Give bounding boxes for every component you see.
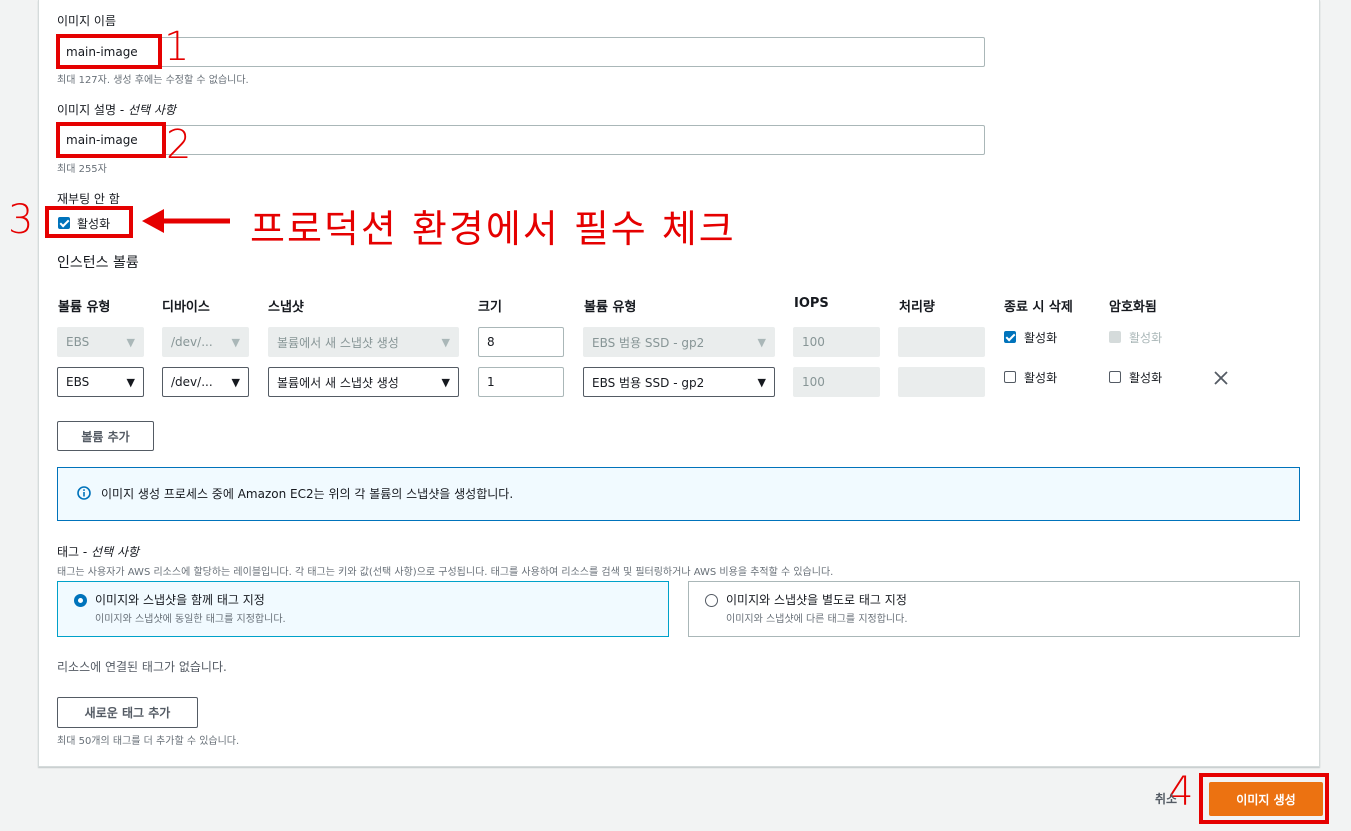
add-volume-button[interactable]: 볼륨 추가 — [57, 421, 154, 451]
close-icon[interactable] — [1214, 371, 1228, 385]
image-name-hint: 최대 127자. 생성 후에는 수정할 수 없습니다. — [57, 75, 249, 86]
volume-type-value: EBS — [66, 335, 90, 349]
annotation-number-1: 1 — [164, 24, 190, 70]
caret-down-icon: ▼ — [231, 375, 240, 389]
tag-together-option[interactable]: 이미지와 스냅샷을 함께 태그 지정 이미지와 스냅샷에 동일한 태그를 지정합… — [57, 581, 669, 637]
caret-down-icon: ▼ — [441, 375, 450, 389]
annotation-box-1 — [56, 34, 162, 69]
annotation-arrow-text: 프로덕션 환경에서 필수 체크 — [250, 207, 736, 251]
size-input[interactable]: 8 — [478, 327, 564, 357]
col-throughput: 처리량 — [899, 300, 935, 315]
encrypted-checkbox — [1109, 331, 1121, 343]
device-value: /dev/... — [171, 375, 213, 389]
volume-type-select: EBS ▼ — [57, 327, 144, 357]
iops-input: 100 — [793, 367, 880, 397]
annotation-number-2: 2 — [166, 122, 192, 168]
ebs-volume-type-select: EBS 범용 SSD - gp2 ▼ — [583, 327, 775, 357]
tag-separately-desc: 이미지와 스냅샷에 다른 태그를 지정합니다. — [726, 614, 908, 625]
iops-value: 100 — [802, 335, 825, 349]
annotation-box-2 — [56, 122, 166, 158]
device-value: /dev/... — [171, 335, 213, 349]
instance-volumes-title: 인스턴스 볼륨 — [57, 255, 139, 271]
snapshot-select: 볼륨에서 새 스냅샷 생성 ▼ — [268, 327, 459, 357]
encrypted-label: 활성화 — [1129, 331, 1163, 345]
throughput-input — [898, 367, 985, 397]
col-ebs-volume-type: 볼륨 유형 — [584, 300, 637, 315]
image-description-label-text: 이미지 설명 - — [57, 103, 128, 117]
tag-separately-radio[interactable] — [705, 594, 718, 607]
iops-value: 100 — [802, 375, 825, 389]
annotation-arrow-icon — [142, 209, 230, 233]
tag-together-radio[interactable] — [74, 594, 87, 607]
info-alert-text: 이미지 생성 프로세스 중에 Amazon EC2는 위의 각 볼륨의 스냅샷을… — [101, 487, 514, 501]
delete-on-termination-checkbox[interactable] — [1004, 371, 1016, 383]
info-icon — [77, 486, 91, 500]
encrypted-label: 활성화 — [1129, 371, 1163, 385]
snapshot-select[interactable]: 볼륨에서 새 스냅샷 생성 ▼ — [268, 367, 459, 397]
image-description-hint: 최대 255자 — [57, 164, 107, 175]
volume-type-select[interactable]: EBS ▼ — [57, 367, 144, 397]
caret-down-icon: ▼ — [126, 335, 135, 349]
image-description-optional: 선택 사항 — [127, 103, 176, 117]
delete-on-termination-checkbox[interactable] — [1004, 331, 1016, 343]
caret-down-icon: ▼ — [441, 335, 450, 349]
no-tags-text: 리소스에 연결된 태그가 없습니다. — [57, 660, 227, 674]
col-volume-type: 볼륨 유형 — [58, 300, 111, 315]
col-device: 디바이스 — [162, 300, 210, 315]
tag-together-desc: 이미지와 스냅샷에 동일한 태그를 지정합니다. — [95, 614, 286, 625]
col-snapshot: 스냅샷 — [268, 300, 304, 315]
annotation-box-3 — [45, 206, 133, 238]
delete-on-termination-label: 활성화 — [1024, 371, 1058, 385]
col-size: 크기 — [478, 300, 502, 315]
no-reboot-label: 재부팅 안 함 — [57, 192, 120, 206]
snapshot-value: 볼륨에서 새 스냅샷 생성 — [277, 335, 399, 350]
annotation-number-3: 3 — [8, 197, 34, 243]
caret-down-icon: ▼ — [757, 375, 766, 389]
image-name-input[interactable]: main-image — [57, 37, 985, 67]
size-value: 8 — [487, 335, 495, 349]
col-iops: IOPS — [794, 296, 829, 311]
device-select: /dev/... ▼ — [162, 327, 249, 357]
tags-label-text: 태그 - — [57, 545, 92, 559]
info-alert: 이미지 생성 프로세스 중에 Amazon EC2는 위의 각 볼륨의 스냅샷을… — [57, 467, 1300, 521]
tag-separately-title: 이미지와 스냅샷을 별도로 태그 지정 — [726, 593, 907, 607]
throughput-input — [898, 327, 985, 357]
image-description-label: 이미지 설명 - 선택 사항 — [57, 101, 176, 118]
cancel-button[interactable]: 취소 — [1155, 790, 1177, 807]
tag-separately-option[interactable]: 이미지와 스냅샷을 별도로 태그 지정 이미지와 스냅샷에 다른 태그를 지정합… — [688, 581, 1300, 637]
tag-together-title: 이미지와 스냅샷을 함께 태그 지정 — [95, 593, 265, 607]
add-new-tag-button[interactable]: 새로운 태그 추가 — [57, 697, 198, 728]
tags-description: 태그는 사용자가 AWS 리소스에 할당하는 레이블입니다. 각 태그는 키와 … — [57, 567, 834, 578]
delete-on-termination-label: 활성화 — [1024, 331, 1058, 345]
col-encrypted: 암호화됨 — [1109, 300, 1157, 315]
encrypted-checkbox[interactable] — [1109, 371, 1121, 383]
ebs-volume-type-select[interactable]: EBS 범용 SSD - gp2 ▼ — [583, 367, 775, 397]
col-delete-on-termination: 종료 시 삭제 — [1004, 300, 1073, 315]
size-input[interactable]: 1 — [478, 367, 564, 397]
tags-optional: 선택 사항 — [91, 545, 140, 559]
image-name-label: 이미지 이름 — [57, 14, 117, 28]
create-image-button[interactable]: 이미지 생성 — [1209, 782, 1323, 816]
ebs-volume-type-value: EBS 범용 SSD - gp2 — [592, 375, 705, 390]
volume-type-value: EBS — [66, 375, 90, 389]
caret-down-icon: ▼ — [231, 335, 240, 349]
tags-label: 태그 - 선택 사항 — [57, 543, 139, 560]
caret-down-icon: ▼ — [757, 335, 766, 349]
ebs-volume-type-value: EBS 범용 SSD - gp2 — [592, 335, 705, 350]
device-select[interactable]: /dev/... ▼ — [162, 367, 249, 397]
caret-down-icon: ▼ — [126, 375, 135, 389]
add-tag-hint: 최대 50개의 태그를 더 추가할 수 있습니다. — [57, 736, 240, 747]
image-description-input[interactable]: main-image — [57, 125, 985, 155]
snapshot-value: 볼륨에서 새 스냅샷 생성 — [277, 375, 399, 390]
iops-input: 100 — [793, 327, 880, 357]
size-value: 1 — [487, 375, 495, 389]
